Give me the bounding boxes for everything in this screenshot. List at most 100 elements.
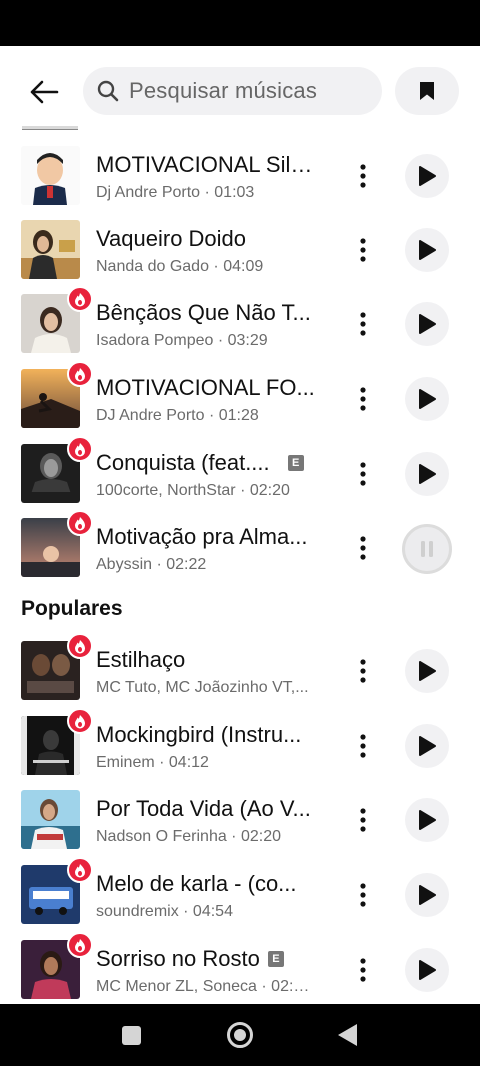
track-title-row: Estilhaço (96, 645, 346, 675)
track-subtitle: Isadora Pompeo · 03:29 (96, 332, 268, 349)
search-placeholder: Pesquisar músicas (129, 78, 318, 103)
track-thumbnail (21, 220, 80, 279)
more-vertical-icon (360, 808, 366, 832)
more-options-button[interactable] (348, 158, 378, 194)
more-vertical-icon (360, 387, 366, 411)
track-row[interactable]: Mockingbird (Instru... Eminem · 04:12 (0, 708, 480, 790)
pause-button[interactable] (402, 524, 452, 574)
bookmark-button[interactable] (395, 67, 459, 115)
more-options-button[interactable] (348, 456, 378, 492)
track-subtitle: DJ Andre Porto · 01:28 (96, 407, 259, 424)
track-row[interactable]: Por Toda Vida (Ao V... Nadson O Ferinha … (0, 790, 480, 864)
more-vertical-icon (360, 958, 366, 982)
more-options-button[interactable] (348, 653, 378, 689)
header: Pesquisar músicas (0, 46, 480, 132)
more-vertical-icon (360, 462, 366, 486)
more-options-button[interactable] (348, 802, 378, 838)
search-icon (97, 80, 119, 102)
system-back-button[interactable] (338, 1024, 357, 1046)
system-nav-bar (0, 1004, 480, 1066)
track-list[interactable]: MOTIVACIONAL Silv... Dj Andre Porto · 01… (0, 126, 480, 1004)
play-icon (419, 736, 436, 756)
track-title: Por Toda Vida (Ao V... (96, 796, 311, 821)
flame-icon (75, 714, 85, 728)
more-options-button[interactable] (348, 877, 378, 913)
track-row[interactable]: Sorriso no Rosto E MC Menor ZL, Soneca ·… (0, 932, 480, 1004)
track-thumbnail (21, 146, 80, 205)
hot-badge (67, 510, 93, 536)
track-thumbnail (21, 790, 80, 849)
track-title-row: Vaqueiro Doido (96, 224, 346, 254)
search-input[interactable]: Pesquisar músicas (83, 67, 382, 115)
play-button[interactable] (405, 948, 449, 992)
more-vertical-icon (360, 536, 366, 560)
hot-badge (67, 436, 93, 462)
play-button[interactable] (405, 649, 449, 693)
track-title-row: Sorriso no Rosto E (96, 944, 346, 974)
play-button[interactable] (405, 724, 449, 768)
status-bar (0, 0, 480, 46)
more-options-button[interactable] (348, 728, 378, 764)
track-row[interactable]: Conquista (feat.... E 100corte, NorthSta… (0, 436, 480, 518)
home-button[interactable] (227, 1022, 253, 1048)
flame-icon (75, 863, 85, 877)
play-icon (419, 166, 436, 186)
track-row[interactable]: MOTIVACIONAL FO... DJ Andre Porto · 01:2… (0, 361, 480, 443)
track-title: MOTIVACIONAL Silv... (96, 152, 316, 177)
track-row[interactable]: MOTIVACIONAL Silv... Dj Andre Porto · 01… (0, 146, 480, 220)
play-icon (419, 661, 436, 681)
play-icon (419, 885, 436, 905)
track-subtitle: MC Menor ZL, Soneca · 02:54 (96, 978, 311, 995)
track-title: Vaqueiro Doido (96, 226, 247, 251)
track-subtitle: MC Tuto, MC Joãozinho VT,... (96, 679, 309, 696)
track-title-row: Mockingbird (Instru... (96, 720, 346, 750)
recent-apps-button[interactable] (122, 1026, 141, 1045)
pause-icon (421, 541, 433, 557)
explicit-badge: E (287, 455, 304, 471)
play-button[interactable] (405, 377, 449, 421)
track-row[interactable]: Vaqueiro Doido Nanda do Gado · 04:09 (0, 220, 480, 294)
track-row[interactable]: Motivação pra Alma... Abyssin · 02:22 (0, 510, 480, 592)
more-options-button[interactable] (348, 306, 378, 342)
track-title-row: Melo de karla - (co... (96, 869, 346, 899)
track-row[interactable]: Bênçãos Que Não T... Isadora Pompeo · 03… (0, 286, 480, 368)
track-row[interactable]: Estilhaço MC Tuto, MC Joãozinho VT,... (0, 633, 480, 715)
more-options-button[interactable] (348, 381, 378, 417)
track-title: Melo de karla - (co... (96, 871, 297, 896)
track-subtitle: Eminem · 04:12 (96, 754, 209, 771)
play-icon (419, 389, 436, 409)
play-icon (419, 810, 436, 830)
flame-icon (75, 639, 85, 653)
track-title-row: Bênçãos Que Não T... (96, 298, 346, 328)
track-row[interactable]: Melo de karla - (co... soundremix · 04:5… (0, 857, 480, 939)
track-thumbnail (22, 126, 78, 130)
track-title: Mockingbird (Instru... (96, 722, 302, 747)
flame-icon (75, 292, 85, 306)
explicit-badge: E (267, 951, 284, 967)
more-options-button[interactable] (348, 530, 378, 566)
track-title-row: Por Toda Vida (Ao V... (96, 794, 346, 824)
more-options-button[interactable] (348, 952, 378, 988)
play-button[interactable] (405, 452, 449, 496)
play-button[interactable] (405, 228, 449, 272)
play-button[interactable] (405, 798, 449, 842)
track-title-row: Motivação pra Alma... (96, 522, 346, 552)
track-title: Motivação pra Alma... (96, 524, 308, 549)
flame-icon (75, 516, 85, 530)
home-dot-icon (234, 1029, 246, 1041)
play-icon (419, 960, 436, 980)
play-button[interactable] (405, 302, 449, 346)
track-subtitle: Dj Andre Porto · 01:03 (96, 184, 255, 201)
flame-icon (75, 442, 85, 456)
more-vertical-icon (360, 238, 366, 262)
play-button[interactable] (405, 154, 449, 198)
hot-badge (67, 286, 93, 312)
hot-badge (67, 633, 93, 659)
play-button[interactable] (405, 873, 449, 917)
back-button[interactable] (22, 72, 66, 112)
arrow-left-icon (30, 80, 59, 104)
more-vertical-icon (360, 659, 366, 683)
hot-badge (67, 932, 93, 958)
more-options-button[interactable] (348, 232, 378, 268)
track-subtitle: soundremix · 04:54 (96, 903, 233, 920)
